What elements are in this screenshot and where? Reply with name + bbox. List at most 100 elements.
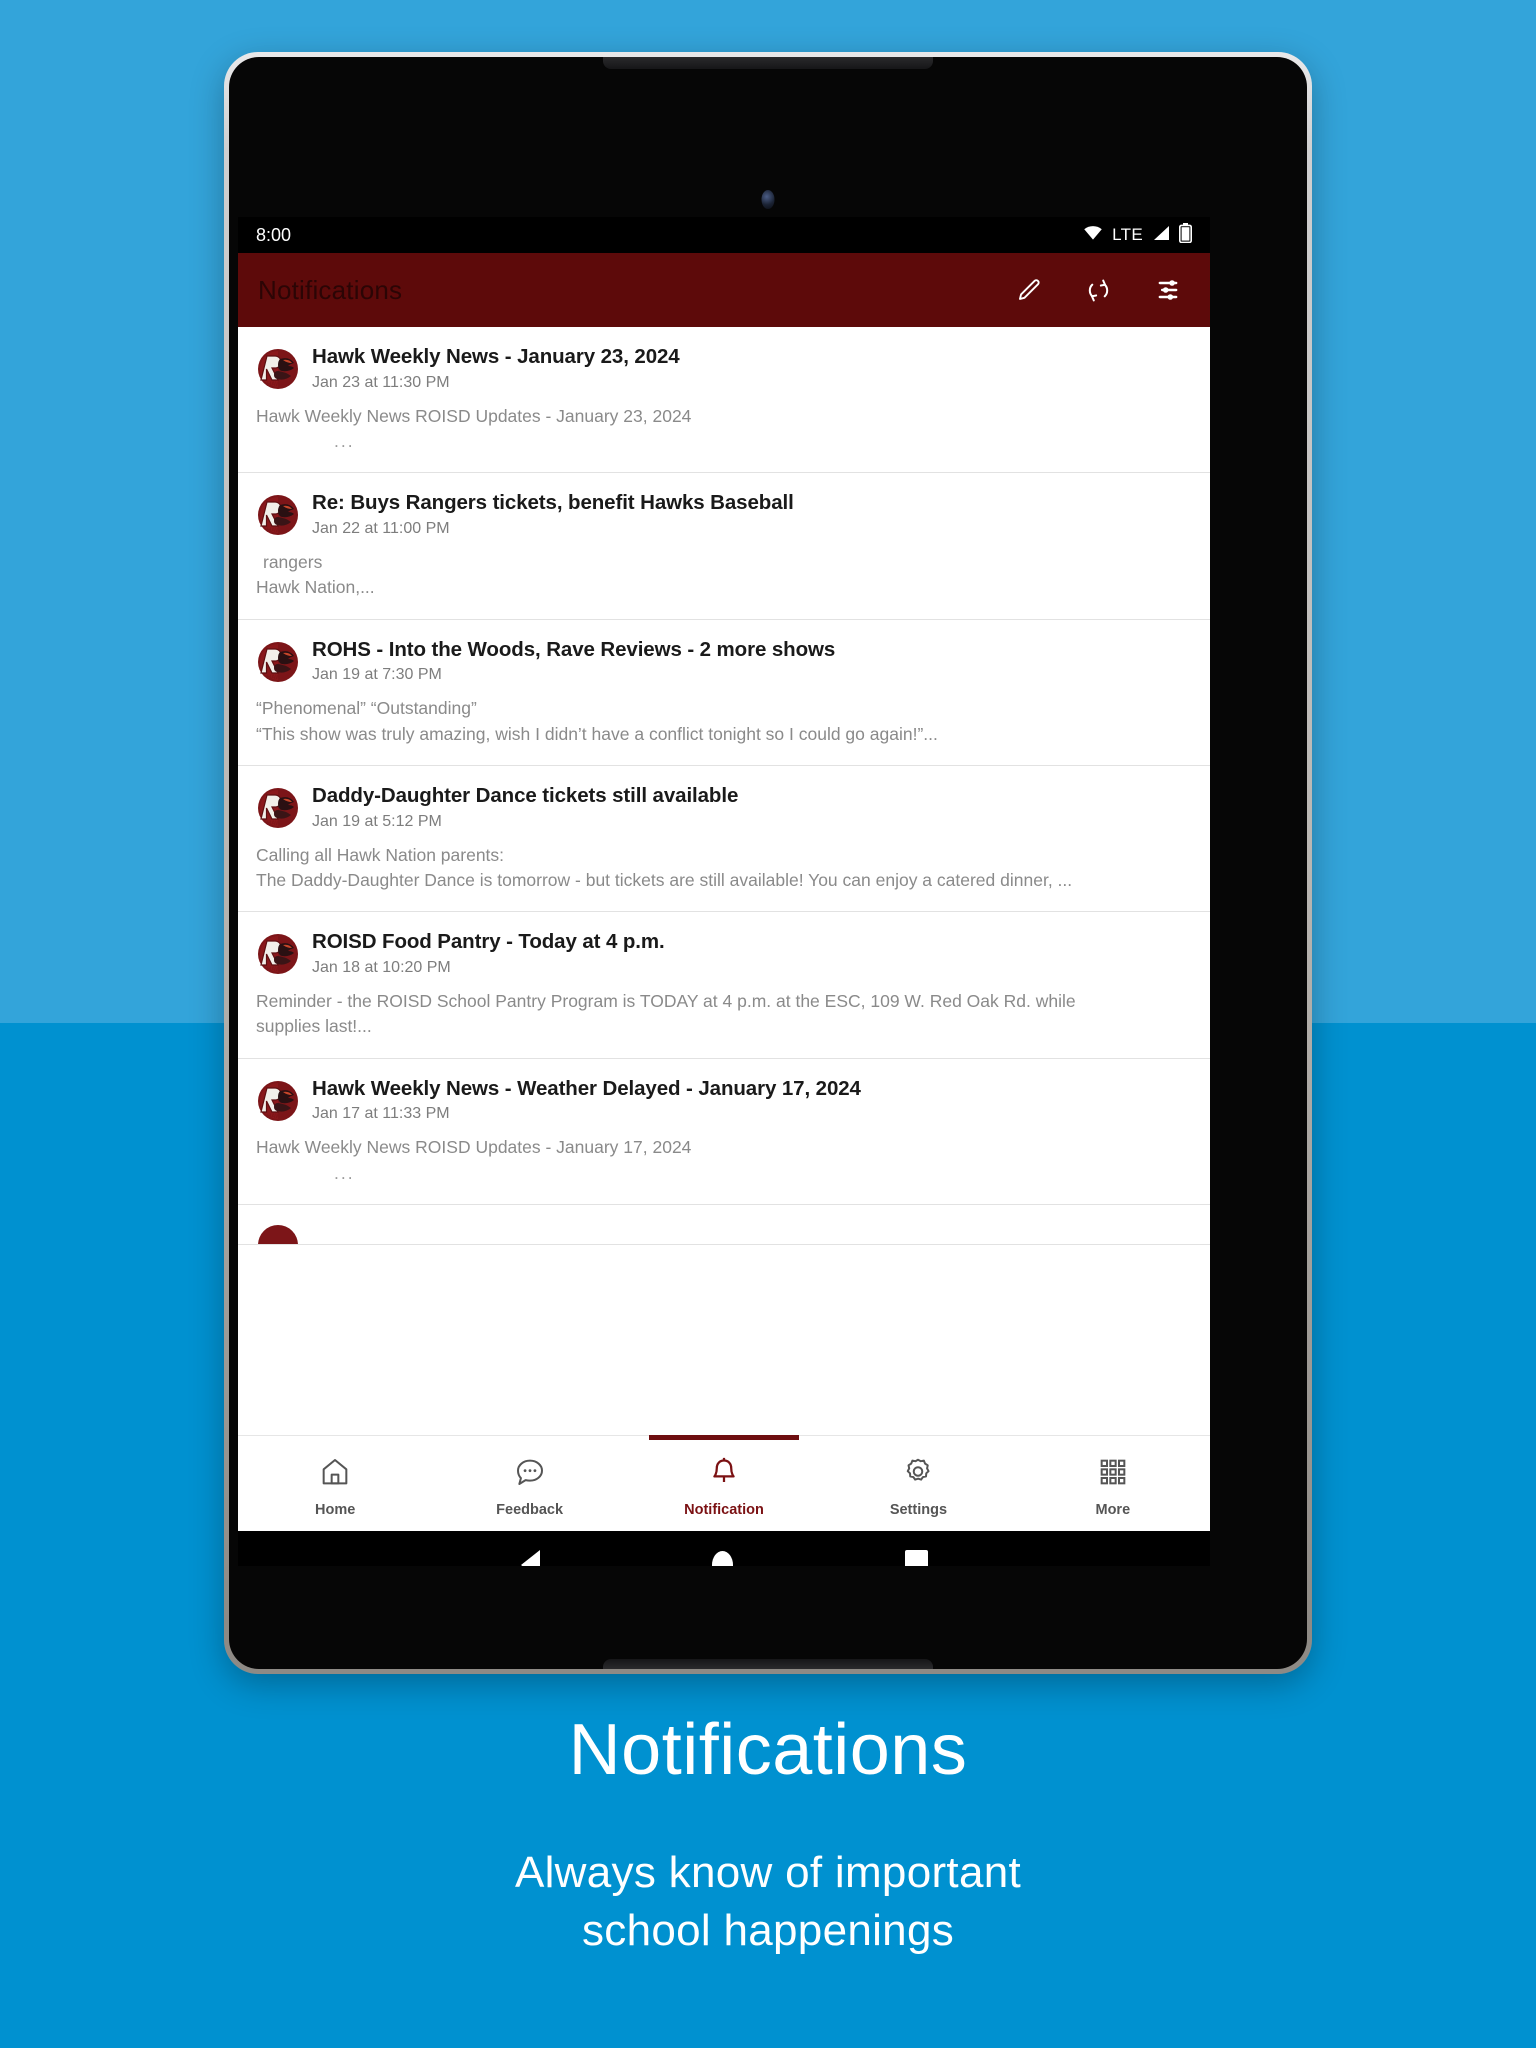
notification-body: Hawk Weekly News ROISD Updates - January… — [256, 404, 1192, 455]
hawk-logo-avatar — [256, 1223, 300, 1244]
bottom-navigation: Home Feedback Notification Settings More — [238, 1435, 1210, 1531]
notification-header: HAWKS Re: Buys Rangers tickets, benefit … — [256, 489, 1192, 538]
notification-heading-block: Re: Buys Rangers tickets, benefit Hawks … — [312, 489, 1192, 538]
speaker-slot — [603, 57, 933, 69]
hawk-logo-avatar: HAWKS — [256, 640, 300, 684]
status-bar: 8:00 LTE — [238, 217, 1210, 253]
notification-date: Jan 22 at 11:00 PM — [312, 519, 450, 537]
notification-header: HAWKS ROISD Food Pantry - Today at 4 p.m… — [256, 928, 1192, 977]
notification-title: ROISD Food Pantry - Today at 4 p.m. — [312, 930, 665, 954]
signal-icon — [1152, 225, 1170, 246]
caption-subtitle-line2: school happenings — [581, 1906, 955, 1956]
notification-preview-line: The Daddy-Daughter Dance is tomorrow - b… — [256, 869, 1073, 890]
nav-label: More — [1095, 1501, 1131, 1518]
gear-icon — [902, 1456, 934, 1493]
notification-date: Jan 23 at 11:30 PM — [312, 373, 450, 391]
notification-heading-block: Daddy-Daughter Dance tickets still avail… — [312, 782, 1192, 831]
nav-item-home[interactable]: Home — [238, 1436, 432, 1531]
nav-label: Settings — [889, 1501, 948, 1518]
notification-date: Jan 18 at 10:20 PM — [312, 958, 451, 976]
notification-item[interactable]: HAWKS Re: Buys Rangers tickets, benefit … — [238, 473, 1210, 620]
notification-preview-line: rangers — [263, 551, 323, 572]
notification-title: Hawk Weekly News - January 23, 2024 — [312, 345, 680, 368]
page-title: Notifications — [258, 274, 403, 305]
nav-label: Home — [315, 1501, 356, 1518]
svg-text:HAWKS: HAWKS — [267, 528, 289, 534]
android-system-navigation — [238, 1531, 1210, 1566]
notification-heading-block: Hawk Weekly News - January 23, 2024 Jan … — [312, 343, 1192, 392]
notification-title: Re: Buys Rangers tickets, benefit Hawks … — [312, 491, 794, 515]
active-tab-indicator — [649, 1435, 800, 1440]
refresh-icon[interactable] — [1085, 277, 1112, 304]
notification-title: Daddy-Daughter Dance tickets still avail… — [312, 783, 739, 807]
notification-preview-line: Reminder - the ROISD School Pantry Progr… — [256, 990, 1076, 1011]
notification-header: HAWKS Hawk Weekly News - January 23, 202… — [256, 343, 1192, 392]
notification-item[interactable]: HAWKS Hawk Weekly News - January 23, 202… — [238, 327, 1210, 474]
hawk-logo-avatar: HAWKS — [256, 1079, 300, 1123]
hawk-logo-avatar: HAWKS — [256, 932, 300, 976]
notification-header — [256, 1219, 1192, 1244]
notification-preview-line: Calling all Hawk Nation parents: — [256, 844, 505, 865]
notification-list[interactable]: HAWKS Hawk Weekly News - January 23, 202… — [238, 327, 1210, 1435]
notification-date: Jan 19 at 7:30 PM — [312, 666, 442, 684]
notification-preview-line: “This show was truly amazing, wish I did… — [256, 723, 938, 744]
svg-text:HAWKS: HAWKS — [267, 967, 289, 973]
caption-subtitle: Always know of important school happenin… — [0, 1844, 1536, 1960]
hawk-logo-avatar: HAWKS — [256, 786, 300, 830]
svg-text:HAWKS: HAWKS — [267, 675, 289, 681]
notification-date: Jan 17 at 11:33 PM — [312, 1105, 450, 1123]
nav-item-more[interactable]: More — [1016, 1436, 1210, 1531]
notification-item-partial[interactable] — [238, 1204, 1210, 1245]
svg-text:HAWKS: HAWKS — [267, 821, 289, 827]
caption-title: Notifications — [568, 1710, 968, 1790]
notification-header: HAWKS Daddy-Daughter Dance tickets still… — [256, 782, 1192, 831]
notification-item[interactable]: HAWKS ROHS - Into the Woods, Rave Review… — [238, 619, 1210, 766]
tablet-bezel: 8:00 LTE Notifications HAWKS Hawk Weekly… — [229, 57, 1307, 1669]
svg-text:HAWKS: HAWKS — [267, 382, 289, 388]
tune-icon[interactable] — [1154, 276, 1182, 304]
pencil-icon[interactable] — [1016, 277, 1043, 304]
notification-body: “Phenomenal” “Outstanding” “This show wa… — [256, 696, 1192, 747]
hawk-logo-avatar: HAWKS — [256, 347, 300, 391]
notification-title: ROHS - Into the Woods, Rave Reviews - 2 … — [312, 637, 836, 661]
notification-body: Hawk Weekly News ROISD Updates - January… — [256, 1135, 1192, 1186]
notification-heading-block: ROHS - Into the Woods, Rave Reviews - 2 … — [312, 636, 1192, 685]
notification-item[interactable]: HAWKS ROISD Food Pantry - Today at 4 p.m… — [238, 912, 1210, 1059]
svg-text:HAWKS: HAWKS — [267, 1114, 289, 1120]
nav-item-notification[interactable]: Notification — [627, 1435, 821, 1531]
notification-preview-line: supplies last!... — [256, 1016, 372, 1037]
square-recents-icon[interactable] — [904, 1550, 928, 1566]
circle-home-icon[interactable] — [711, 1551, 733, 1566]
nav-label: Feedback — [496, 1501, 564, 1518]
notification-body: Calling all Hawk Nation parents: The Dad… — [256, 843, 1192, 894]
nav-label: Notification — [684, 1501, 764, 1518]
triangle-back-icon[interactable] — [520, 1550, 540, 1566]
network-type-label: LTE — [1112, 225, 1143, 244]
notification-preview-line: ... — [334, 1162, 355, 1183]
nav-item-settings[interactable]: Settings — [821, 1436, 1015, 1531]
notification-body: rangers Hawk Nation,... — [256, 550, 1192, 601]
notification-heading-block: ROISD Food Pantry - Today at 4 p.m. Jan … — [312, 928, 1192, 977]
notification-date: Jan 19 at 5:12 PM — [312, 812, 442, 830]
nav-item-feedback[interactable]: Feedback — [432, 1436, 626, 1531]
grid-icon — [1097, 1456, 1129, 1493]
hawk-logo-avatar: HAWKS — [256, 493, 300, 537]
notification-body: Reminder - the ROISD School Pantry Progr… — [256, 989, 1192, 1040]
wifi-icon — [1083, 225, 1103, 246]
notification-item[interactable]: HAWKS Daddy-Daughter Dance tickets still… — [238, 765, 1210, 913]
battery-icon — [1179, 222, 1192, 248]
status-time: 8:00 — [256, 224, 292, 245]
front-camera-icon — [761, 190, 775, 209]
bottom-speaker-slot — [603, 1659, 933, 1669]
notification-header: HAWKS ROHS - Into the Woods, Rave Review… — [256, 636, 1192, 685]
notification-heading-block: Hawk Weekly News - Weather Delayed - Jan… — [312, 1075, 1192, 1124]
promo-caption: Notifications Always know of important s… — [0, 1714, 1536, 1960]
notification-preview-line: ... — [334, 430, 355, 451]
bell-icon — [708, 1456, 740, 1493]
notification-header: HAWKS Hawk Weekly News - Weather Delayed… — [256, 1075, 1192, 1124]
app-bar-actions — [1016, 276, 1190, 304]
chat-bubble-icon — [514, 1456, 546, 1493]
status-icons: LTE — [1083, 222, 1192, 248]
notification-item[interactable]: HAWKS Hawk Weekly News - Weather Delayed… — [238, 1058, 1210, 1205]
notification-preview-line: “Phenomenal” “Outstanding” — [256, 698, 477, 719]
